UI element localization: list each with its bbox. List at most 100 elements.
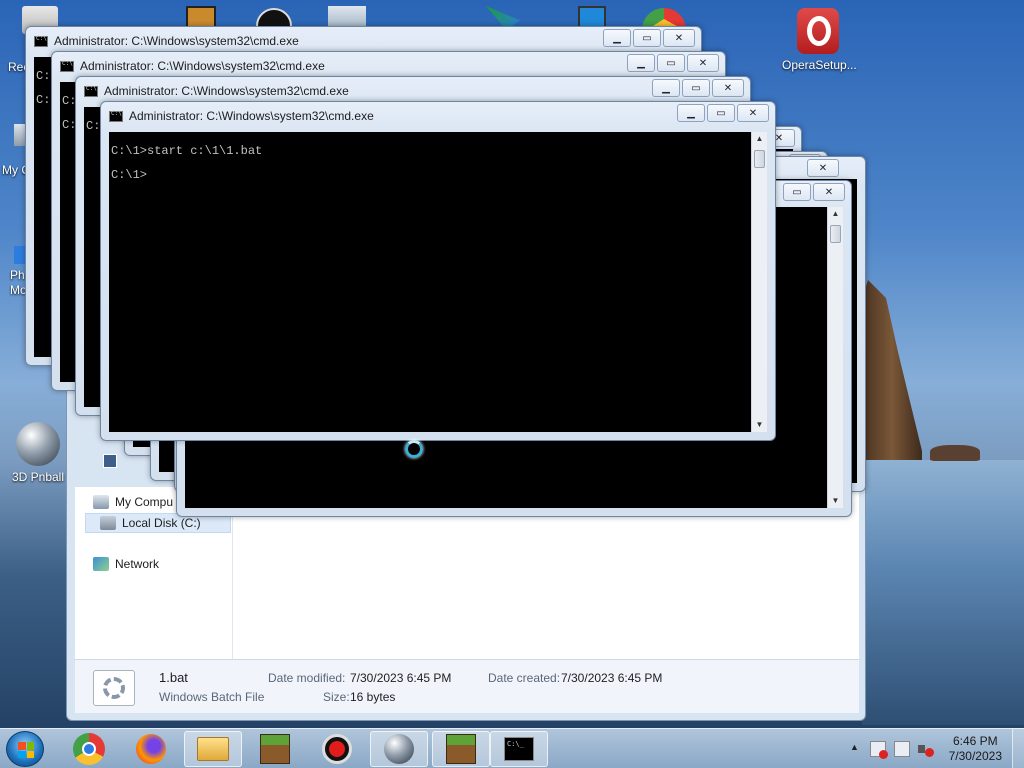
video-icon (103, 454, 117, 468)
pinball-shortcut[interactable]: 3D Pnball (2, 422, 74, 484)
close-button[interactable]: ✕ (737, 104, 769, 122)
maximize-button[interactable]: ▭ (707, 104, 735, 122)
taskbar-cmd[interactable]: C:\_ (490, 731, 548, 767)
recorder-icon (322, 734, 352, 764)
title-bar[interactable]: Administrator: C:\Windows\system32\cmd.e… (34, 31, 693, 51)
wallpaper-rock (862, 280, 922, 460)
window-title: Administrator: C:\Windows\system32\cmd.e… (129, 109, 374, 123)
clock[interactable]: 6:46 PM 7/30/2023 (949, 734, 1002, 764)
file-type: Windows Batch File (159, 690, 265, 704)
window-controls: ▁ ▭ ✕ (603, 29, 695, 47)
maximize-button[interactable]: ▭ (633, 29, 661, 47)
opera-icon (797, 8, 839, 54)
opera-setup-label: OperaSetup... (782, 58, 857, 72)
scroll-up-icon[interactable]: ▲ (828, 207, 843, 221)
computer-icon (93, 495, 109, 509)
network-icon (93, 557, 109, 571)
volume-muted-icon[interactable] (918, 741, 934, 757)
title-bar[interactable]: Administrator: C:\Windows\system32\cmd.e… (84, 81, 742, 101)
minimize-button[interactable]: ▁ (652, 79, 680, 97)
window-title: Administrator: C:\Windows\system32\cmd.e… (54, 34, 299, 48)
taskbar-file-explorer[interactable] (184, 731, 242, 767)
console-scrollbar[interactable]: ▲ ▼ (827, 207, 843, 508)
network-status-icon[interactable] (894, 741, 910, 757)
window-controls: ▁ ▭ ✕ (677, 104, 769, 122)
wallpaper-islet (930, 445, 980, 461)
taskbar-firefox[interactable] (122, 731, 180, 767)
busy-cursor-icon (405, 440, 423, 458)
console-prompt-line: C:\1> (111, 168, 148, 182)
firefox-icon (136, 734, 166, 764)
nav-item-my-computer[interactable]: My Compu (93, 495, 173, 509)
show-desktop-button[interactable] (1012, 729, 1024, 768)
minecraft-icon (446, 734, 476, 764)
desktop-label-fragment: Ph (10, 268, 25, 282)
file-name: 1.bat (159, 670, 188, 685)
title-bar[interactable]: Administrator: C:\Windows\system32\cmd.e… (109, 106, 767, 126)
start-button[interactable] (6, 731, 44, 767)
minimize-button[interactable]: ▁ (627, 54, 655, 72)
maximize-button[interactable]: ▭ (657, 54, 685, 72)
drive-icon (100, 516, 116, 530)
console-scrollbar[interactable]: ▲ ▼ (751, 132, 767, 432)
console-line: C: (36, 69, 51, 83)
taskbar-pinball[interactable] (370, 731, 428, 767)
console-command-line: C:\1>start c:\1\1.bat (111, 144, 263, 158)
size-label: Size: (323, 690, 350, 704)
window-controls: ▭ ✕ (783, 183, 845, 201)
taskbar-recorder[interactable] (308, 731, 366, 767)
minimize-button[interactable]: ▁ (603, 29, 631, 47)
scroll-down-icon[interactable]: ▼ (828, 494, 843, 508)
cmd-icon (84, 85, 98, 97)
close-button[interactable]: ✕ (687, 54, 719, 72)
cmd-icon (34, 35, 48, 47)
taskbar-minecraft[interactable] (432, 731, 490, 767)
window-title: Administrator: C:\Windows\system32\cmd.e… (104, 84, 349, 98)
date-created-label: Date created: (488, 671, 561, 685)
chrome-icon (73, 733, 105, 765)
cmd-icon (109, 110, 123, 122)
scroll-thumb[interactable] (830, 225, 841, 243)
taskbar-chrome[interactable] (60, 731, 118, 767)
date-modified-value: 7/30/2023 6:45 PM (350, 671, 452, 685)
taskbar-minecraft[interactable] (246, 731, 304, 767)
pinball-icon (16, 422, 60, 466)
minimize-button[interactable]: ▁ (677, 104, 705, 122)
pinball-label: 3D Pnball (11, 470, 65, 484)
date-created-value: 7/30/2023 6:45 PM (561, 671, 663, 685)
nav-item-network[interactable]: Network (93, 557, 159, 571)
console-line: C: (86, 119, 101, 133)
nav-label: My Compu (115, 495, 174, 509)
console-line: C: (36, 93, 51, 107)
console-screen[interactable]: C:\1>start c:\1\1.bat C:\1> (109, 132, 751, 432)
window-title: Administrator: C:\Windows\system32\cmd.e… (80, 59, 325, 73)
close-button[interactable]: ✕ (813, 183, 845, 201)
scroll-down-icon[interactable]: ▼ (752, 418, 767, 432)
close-button[interactable]: ✕ (712, 79, 744, 97)
opera-setup-shortcut[interactable]: OperaSetup... (782, 8, 857, 72)
cmd-icon (60, 60, 74, 72)
wallpaper-sea (862, 460, 1024, 725)
clock-time: 6:46 PM (952, 734, 998, 748)
window-controls: ✕ (807, 159, 839, 177)
nav-label: Network (115, 557, 160, 571)
windows-logo-icon (18, 742, 34, 758)
show-hidden-icons-chevron-icon[interactable]: ▲ (850, 742, 859, 752)
window-controls: ▁ ▭ ✕ (627, 54, 719, 72)
clock-date: 7/30/2023 (948, 749, 1002, 763)
window-controls: ▁ ▭ ✕ (652, 79, 744, 97)
file-explorer-icon (197, 737, 229, 761)
scroll-up-icon[interactable]: ▲ (752, 132, 767, 146)
size-value: 16 bytes (350, 690, 396, 704)
nav-label: Local Disk (C:) (122, 516, 201, 530)
maximize-button[interactable]: ▭ (783, 183, 811, 201)
action-center-icon[interactable] (870, 741, 888, 759)
title-bar[interactable]: Administrator: C:\Windows\system32\cmd.e… (60, 56, 717, 76)
scroll-thumb[interactable] (754, 150, 765, 168)
system-tray: ▲ 6:46 PM 7/30/2023 (834, 729, 1024, 768)
maximize-button[interactable]: ▭ (682, 79, 710, 97)
cmd-window-active[interactable]: Administrator: C:\Windows\system32\cmd.e… (100, 101, 776, 441)
close-button[interactable]: ✕ (807, 159, 839, 177)
close-button[interactable]: ✕ (663, 29, 695, 47)
minecraft-icon (260, 734, 290, 764)
